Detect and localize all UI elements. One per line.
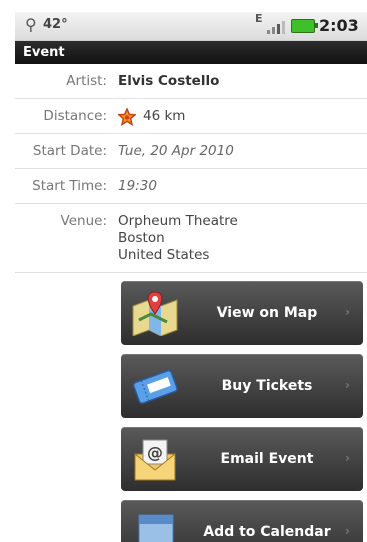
email-event-button[interactable]: @ Email Event › (121, 427, 363, 491)
start-time-row: Start Time: 19:30 (15, 169, 367, 204)
ticket-icon (131, 363, 179, 409)
star-icon (117, 107, 137, 127)
start-date-label: Start Date: (32, 143, 107, 159)
venue-name: Orpheum Theatre (118, 213, 238, 229)
buy-tickets-label: Buy Tickets (221, 378, 313, 394)
buy-tickets-button[interactable]: Buy Tickets › (121, 354, 363, 418)
signal-icon (267, 18, 289, 34)
venue-city: Boston (118, 230, 165, 246)
view-on-map-button[interactable]: View on Map › (121, 281, 363, 345)
artist-value: Elvis Costello (118, 73, 220, 89)
envelope-icon: @ (131, 436, 179, 482)
email-event-label: Email Event (220, 451, 314, 467)
start-date-value: Tue, 20 Apr 2010 (118, 143, 234, 159)
usb-icon: ⚲ (25, 15, 37, 34)
distance-value: 46 km (143, 108, 186, 124)
view-on-map-label: View on Map (216, 305, 318, 321)
calendar-icon (131, 509, 179, 542)
distance-row: Distance: 46 km (15, 99, 367, 134)
venue-row: Venue: Orpheum Theatre Boston United Sta… (15, 204, 367, 273)
battery-icon (291, 19, 318, 33)
chevron-right-icon: › (345, 524, 350, 538)
distance-label: Distance: (43, 108, 107, 124)
map-pin-icon (131, 290, 179, 337)
start-time-label: Start Time: (32, 178, 107, 194)
chevron-right-icon: › (345, 305, 350, 319)
add-to-calendar-button[interactable]: Add to Calendar › (121, 500, 363, 542)
add-to-calendar-label: Add to Calendar (203, 524, 331, 540)
network-type: E (255, 12, 263, 25)
status-bar: ⚲ 42° E 2:03 (15, 12, 367, 41)
venue-value: Orpheum Theatre Boston United States (118, 213, 238, 264)
phone-screen: ⚲ 42° E 2:03 Event Artist: Elvis Costell… (15, 0, 367, 542)
artist-row: Artist: Elvis Costello (15, 64, 367, 99)
artist-label: Artist: (66, 73, 107, 89)
venue-label: Venue: (60, 213, 107, 229)
temperature-indicator: 42° (43, 17, 68, 32)
clock: 2:03 (319, 16, 359, 35)
venue-country: United States (118, 247, 210, 263)
chevron-right-icon: › (345, 451, 350, 465)
svg-text:@: @ (147, 443, 163, 462)
chevron-right-icon: › (345, 378, 350, 392)
start-date-row: Start Date: Tue, 20 Apr 2010 (15, 134, 367, 169)
page-title: Event (15, 41, 367, 64)
start-time-value: 19:30 (118, 178, 157, 194)
